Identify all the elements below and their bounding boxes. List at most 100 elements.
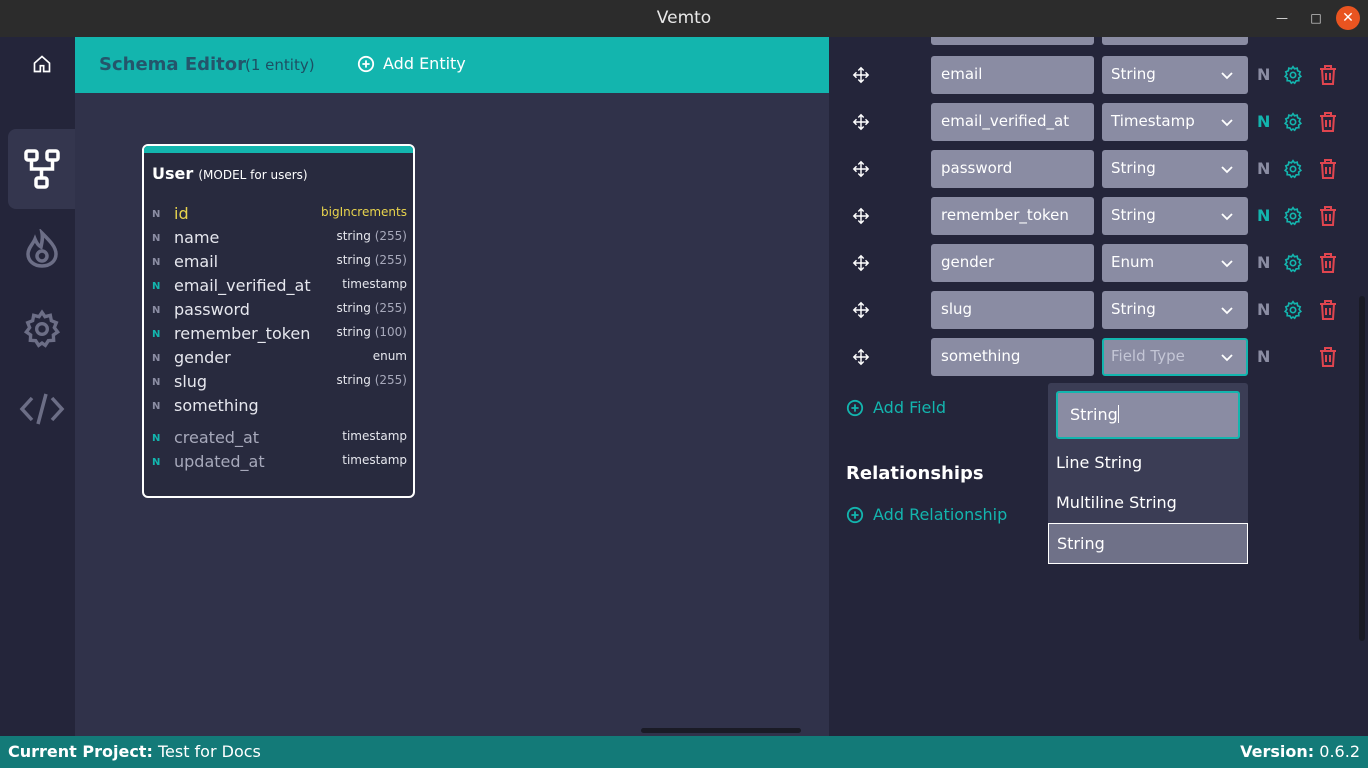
close-icon[interactable]: ✕ bbox=[1336, 6, 1360, 30]
app-version: Version: 0.6.2 bbox=[1240, 742, 1360, 761]
schema-editor-header: Schema Editor (1 entity) Add Entity bbox=[75, 37, 829, 93]
project-name: Test for Docs bbox=[157, 742, 261, 761]
entity-field-row[interactable]: N email string (255) bbox=[152, 252, 407, 274]
field-type-select[interactable]: Timestamp bbox=[1102, 103, 1248, 141]
drag-handle-icon[interactable] bbox=[852, 113, 870, 131]
field-name-input[interactable]: password bbox=[931, 150, 1094, 188]
add-entity-button[interactable]: Add Entity bbox=[357, 54, 466, 73]
gear-icon[interactable] bbox=[8, 289, 75, 369]
dropdown-option[interactable]: Line String bbox=[1048, 443, 1248, 483]
entity-field-row[interactable]: N email_verified_at timestamp bbox=[152, 276, 407, 298]
nullable-flag: N bbox=[152, 209, 161, 220]
field-name-input[interactable]: something bbox=[931, 338, 1094, 376]
field-settings-icon[interactable] bbox=[1283, 159, 1303, 179]
add-entity-label: Add Entity bbox=[383, 54, 466, 73]
nullable-toggle[interactable]: N bbox=[1257, 253, 1270, 272]
field-type-select[interactable]: Enum bbox=[1102, 244, 1248, 282]
nullable-flag: N bbox=[152, 329, 161, 340]
delete-field-icon[interactable] bbox=[1318, 299, 1338, 321]
field-name: id bbox=[174, 204, 189, 223]
field-settings-icon[interactable] bbox=[1283, 253, 1303, 273]
add-relationship-label: Add Relationship bbox=[873, 505, 1008, 524]
entity-field-row[interactable]: N slug string (255) bbox=[152, 372, 407, 394]
dropdown-option-selected[interactable]: String bbox=[1048, 523, 1248, 564]
field-type-select[interactable]: String bbox=[1102, 197, 1248, 235]
field-type: string (255) bbox=[336, 301, 407, 315]
entity-field-row[interactable]: N created_at timestamp bbox=[152, 428, 407, 450]
entity-field-row[interactable]: N password string (255) bbox=[152, 300, 407, 322]
field-type-select[interactable]: String bbox=[1102, 56, 1248, 94]
field-name: name bbox=[174, 228, 220, 247]
field-name-input[interactable]: remember_token bbox=[931, 197, 1094, 235]
current-project: Current Project: Test for Docs bbox=[8, 742, 261, 761]
field-type-select[interactable]: String bbox=[1102, 291, 1248, 329]
drag-handle-icon[interactable] bbox=[852, 301, 870, 319]
field-name: password bbox=[174, 300, 250, 319]
entity-field-row[interactable]: N remember_token string (100) bbox=[152, 324, 407, 346]
add-field-button[interactable]: Add Field bbox=[846, 398, 946, 417]
delete-field-icon[interactable] bbox=[1318, 64, 1338, 86]
schema-icon[interactable] bbox=[8, 129, 75, 209]
dropdown-option[interactable]: Multiline String bbox=[1048, 483, 1248, 523]
delete-field-icon[interactable] bbox=[1318, 252, 1338, 274]
nullable-toggle[interactable]: N bbox=[1257, 206, 1270, 225]
field-settings-icon[interactable] bbox=[1283, 300, 1303, 320]
field-name: slug bbox=[174, 372, 208, 391]
field-name-input-partial[interactable] bbox=[931, 37, 1094, 45]
delete-field-icon[interactable] bbox=[1318, 158, 1338, 180]
field-name: email_verified_at bbox=[174, 276, 311, 295]
drag-handle-icon[interactable] bbox=[852, 348, 870, 366]
window-title: Vemto bbox=[656, 8, 712, 28]
drag-handle-icon[interactable] bbox=[852, 207, 870, 225]
field-type-select-partial[interactable] bbox=[1102, 37, 1248, 45]
nullable-toggle[interactable]: N bbox=[1257, 112, 1270, 131]
drag-handle-icon[interactable] bbox=[852, 66, 870, 84]
maximize-icon[interactable]: □ bbox=[1304, 6, 1328, 30]
delete-field-icon[interactable] bbox=[1318, 205, 1338, 227]
home-icon[interactable] bbox=[8, 45, 75, 83]
field-name-input[interactable]: slug bbox=[931, 291, 1094, 329]
entity-field-row[interactable]: N something bbox=[152, 396, 407, 418]
field-type: timestamp bbox=[342, 453, 407, 467]
minimize-icon[interactable]: — bbox=[1270, 6, 1294, 30]
field-row: password String N bbox=[829, 150, 1368, 188]
field-type-select[interactable]: Field Type bbox=[1102, 338, 1248, 376]
field-name-input[interactable]: email bbox=[931, 56, 1094, 94]
field-type: timestamp bbox=[342, 277, 407, 291]
nullable-toggle[interactable]: N bbox=[1257, 300, 1270, 319]
entity-card-user[interactable]: User (MODEL for users) N id bigIncrement… bbox=[142, 144, 415, 498]
field-settings-icon[interactable] bbox=[1283, 65, 1303, 85]
field-row: remember_token String N bbox=[829, 197, 1368, 235]
field-name-input[interactable]: gender bbox=[931, 244, 1094, 282]
nullable-toggle[interactable]: N bbox=[1257, 347, 1270, 366]
field-name: email bbox=[174, 252, 219, 271]
field-type: enum bbox=[372, 349, 407, 363]
field-name: updated_at bbox=[174, 452, 265, 471]
fire-icon[interactable] bbox=[8, 209, 75, 289]
entity-field-row[interactable]: N name string (255) bbox=[152, 228, 407, 250]
field-settings-icon[interactable] bbox=[1283, 112, 1303, 132]
nullable-flag: N bbox=[152, 433, 161, 444]
nullable-toggle[interactable]: N bbox=[1257, 159, 1270, 178]
drag-handle-icon[interactable] bbox=[852, 254, 870, 272]
field-name-input[interactable]: email_verified_at bbox=[931, 103, 1094, 141]
nullable-toggle[interactable]: N bbox=[1257, 65, 1270, 84]
entity-card-accent bbox=[144, 146, 413, 153]
nullable-flag: N bbox=[152, 457, 161, 468]
entity-count: (1 entity) bbox=[245, 56, 315, 74]
horizontal-scrollbar[interactable] bbox=[641, 728, 801, 733]
field-type-dropdown: String Line String Multiline String Stri… bbox=[1048, 383, 1248, 564]
delete-field-icon[interactable] bbox=[1318, 346, 1338, 368]
chevron-down-icon bbox=[1221, 72, 1233, 80]
code-icon[interactable] bbox=[8, 369, 75, 449]
field-type-search-input[interactable]: String bbox=[1056, 391, 1240, 439]
add-relationship-button[interactable]: Add Relationship bbox=[846, 505, 1007, 524]
entity-field-row[interactable]: N gender enum bbox=[152, 348, 407, 370]
entity-field-row[interactable]: N updated_at timestamp bbox=[152, 452, 407, 474]
field-type-select[interactable]: String bbox=[1102, 150, 1248, 188]
field-type: bigIncrements bbox=[321, 205, 407, 219]
field-settings-icon[interactable] bbox=[1283, 206, 1303, 226]
drag-handle-icon[interactable] bbox=[852, 160, 870, 178]
entity-field-row[interactable]: N id bigIncrements bbox=[152, 204, 407, 226]
delete-field-icon[interactable] bbox=[1318, 111, 1338, 133]
